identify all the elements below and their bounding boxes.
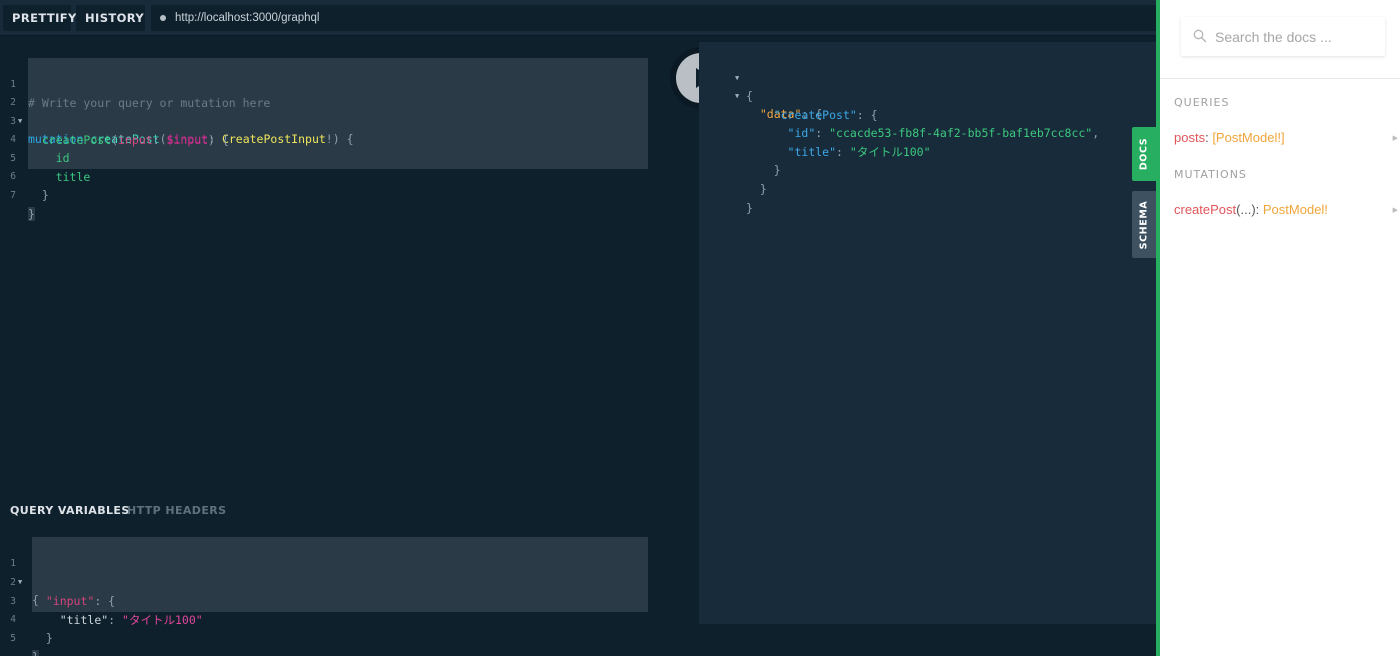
search-icon (1193, 29, 1207, 43)
editor-line: 4 } (0, 593, 699, 645)
toolbar: PRETTIFY HISTORY http://localhost:3000/g… (0, 0, 1156, 36)
tab-http-headers[interactable]: HTTP HEADERS (127, 504, 226, 517)
result-line: "id": "ccacde53-fb8f-4af2-bb5f-baf1eb7cc… (699, 106, 1156, 140)
editor-line: 1 ▼ { (0, 537, 699, 607)
endpoint-url[interactable]: http://localhost:3000/graphql (175, 5, 320, 31)
prettify-button[interactable]: PRETTIFY (3, 5, 76, 31)
close-brace: } (41, 188, 49, 202)
queries-section-title: QUERIES (1174, 96, 1230, 109)
query-field-posts[interactable]: posts: [PostModel!] ▶ (1174, 130, 1400, 145)
editor-line: 3 createPost(input: $input) { (0, 95, 699, 147)
field-colon: : (1255, 202, 1263, 217)
result-line: } (699, 162, 1156, 196)
result-line: ▼ { (699, 51, 1156, 103)
field-type[interactable]: PostModel! (1263, 202, 1328, 217)
editor-line: 7 } (0, 169, 699, 221)
history-button[interactable]: HISTORY (76, 5, 145, 31)
close-brace: } (746, 201, 753, 215)
status-dot-icon (160, 15, 166, 21)
close-brace: } (28, 207, 35, 221)
tab-query-variables[interactable]: QUERY VARIABLES (10, 504, 130, 517)
docs-search-box[interactable] (1181, 17, 1385, 56)
editor-line: 2 ▼ mutation createPost($input: CreatePo… (0, 76, 699, 146)
result-line: "title": "タイトル100" (699, 125, 1156, 159)
chevron-right-icon: ▶ (1392, 207, 1398, 214)
close-brace: } (45, 631, 53, 645)
docs-tab-label: DOCS (1138, 137, 1150, 171)
editor-line: 6 } (0, 150, 699, 202)
editor-line: 1 # Write your query or mutation here (0, 58, 699, 110)
mutations-section-title: MUTATIONS (1174, 168, 1247, 181)
variables-editor[interactable]: 1 ▼ { 2 "input": { 3 "title": "タイトル100" … (0, 529, 699, 656)
docs-search-input[interactable] (1215, 17, 1381, 56)
line-number: 7 (10, 190, 16, 201)
field-name: createPost (1174, 202, 1237, 217)
editor-line: 2 "input": { (0, 556, 699, 608)
result-line: ▼ "data": { (699, 69, 1156, 121)
schema-tab-label: SCHEMA (1138, 200, 1150, 249)
field-name: posts (1174, 130, 1206, 145)
editor-line: 4 id (0, 113, 699, 165)
docs-search-area (1160, 0, 1400, 79)
chevron-right-icon: ▶ (1392, 135, 1398, 142)
line-number: 5 (10, 633, 16, 644)
variables-header: QUERY VARIABLES HTTP HEADERS (0, 493, 699, 529)
close-brace: } (32, 650, 39, 656)
query-editor[interactable]: 1 # Write your query or mutation here 2 … (0, 42, 699, 493)
docs-panel: QUERIES posts: [PostModel!] ▶ MUTATIONS … (1160, 0, 1400, 656)
result-line: "createPost": { (699, 88, 1156, 122)
mutation-field-createpost[interactable]: createPost(...): PostModel! ▶ (1174, 202, 1400, 217)
editor-line: 3 "title": "タイトル100" (0, 575, 699, 627)
endpoint-url-bar[interactable]: http://localhost:3000/graphql (151, 5, 1156, 31)
editor-line: 5 } (0, 612, 699, 656)
schema-tab[interactable]: SCHEMA (1132, 191, 1156, 258)
editor-line: 5 title (0, 132, 699, 184)
field-args: (...) (1236, 202, 1256, 217)
result-viewer: ▼ { ▼ "data": { "createPost": { "id": "c… (699, 42, 1156, 624)
field-type[interactable]: [PostModel!] (1212, 130, 1284, 145)
result-line: } (699, 181, 1156, 215)
docs-tab[interactable]: DOCS (1132, 127, 1156, 181)
result-line: } (699, 143, 1156, 177)
